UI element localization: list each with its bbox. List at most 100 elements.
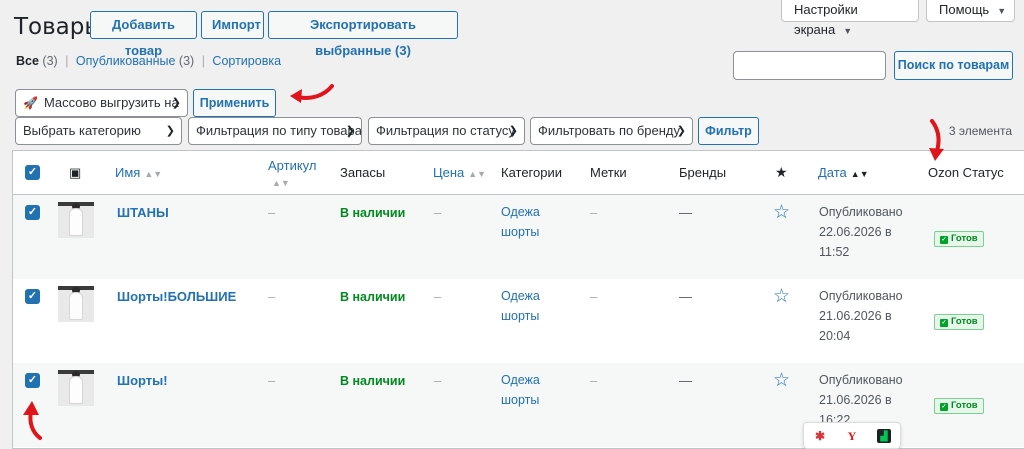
price-value: – — [434, 373, 442, 388]
sku-value: – — [268, 373, 276, 388]
caret-down-icon: ▼ — [997, 6, 1007, 16]
column-name-label: Имя — [115, 165, 141, 180]
column-stock: Запасы — [340, 165, 386, 180]
items-count: 3 элемента — [948, 124, 1012, 138]
date-day: 21.06.2026 в — [819, 309, 892, 323]
product-categories: Одежа шорты — [501, 370, 540, 410]
product-name-link[interactable]: Шорты!БОЛЬШИЕ — [117, 289, 236, 304]
product-type-filter-select[interactable]: Фильтрация по типу товара ❯ — [188, 117, 362, 145]
column-price[interactable]: Цена ▲▼ — [433, 165, 486, 182]
category-link[interactable]: Одежа — [501, 205, 540, 219]
stock-status: В наличии — [340, 290, 406, 304]
stock-status: В наличии — [340, 206, 406, 220]
extension-icon[interactable]: ✱ — [813, 429, 827, 443]
category-link[interactable]: Одежа — [501, 289, 540, 303]
product-categories: Одежа шорты — [501, 286, 540, 326]
column-name[interactable]: Имя ▲▼ — [115, 165, 162, 182]
rocket-icon: 🚀 — [23, 96, 38, 110]
date-time: 20:04 — [819, 329, 851, 343]
date-day: 21.06.2026 в — [819, 393, 892, 407]
filter-button[interactable]: Фильтр — [698, 117, 759, 145]
table-header: ✓ ▣ Имя ▲▼ Артикул ▲▼ Запасы Цена ▲▼ Катего… — [13, 151, 1024, 195]
check-icon: ✓ — [940, 236, 948, 244]
search-input[interactable] — [733, 51, 886, 80]
chart-extension-icon[interactable]: ▟ — [877, 429, 891, 443]
row-checkbox[interactable]: ✓ — [25, 373, 40, 388]
row-checkbox[interactable]: ✓ — [25, 289, 40, 304]
date-day: 22.06.2026 в — [819, 225, 892, 239]
stock-status: В наличии — [340, 374, 406, 388]
category-link[interactable]: шорты — [501, 309, 539, 323]
tags-value: – — [590, 205, 598, 220]
bulk-action-value: Массово выгрузить на — [43, 95, 179, 110]
ozon-status-badge: ✓ Готов — [934, 314, 984, 330]
brand-filter-value: Фильтровать по бренду — [538, 123, 680, 138]
date-time: 11:52 — [819, 245, 850, 259]
help-button[interactable]: Помощь ▼ — [926, 0, 1015, 22]
view-all-label[interactable]: Все — [16, 54, 39, 68]
chevron-down-icon: ❯ — [165, 125, 175, 137]
product-thumbnail[interactable] — [58, 202, 94, 238]
ozon-status-badge: ✓ Готов — [934, 398, 984, 414]
import-button[interactable]: Импорт — [201, 11, 264, 39]
sort-icon: ▲▼ — [144, 169, 163, 179]
brand-filter-select[interactable]: Фильтровать по бренду ❯ — [530, 117, 693, 145]
table-row: ✓ ШТАНЫ – В наличии – Одежа шорты – — ☆ О… — [13, 195, 1024, 279]
image-column-icon: ▣ — [69, 165, 82, 180]
chevron-down-icon: ❯ — [171, 97, 181, 109]
row-checkbox[interactable]: ✓ — [25, 205, 40, 220]
status-filter-select[interactable]: Фильтрация по статусу ❯ — [368, 117, 525, 145]
select-all-checkbox[interactable]: ✓ — [25, 165, 40, 180]
search-products-button[interactable]: Поиск по товарам — [894, 51, 1013, 80]
chevron-down-icon: ❯ — [676, 125, 686, 137]
featured-toggle-star-icon[interactable]: ☆ — [773, 203, 790, 222]
annotation-arrow-apply — [290, 84, 334, 103]
category-link[interactable]: Одежа — [501, 373, 540, 387]
view-filters: Все (3) | Опубликованные (3) | Сортировк… — [16, 54, 281, 68]
featured-toggle-star-icon[interactable]: ☆ — [773, 287, 790, 306]
product-name-link[interactable]: ШТАНЫ — [117, 205, 169, 220]
sku-value: – — [268, 205, 276, 220]
column-sku[interactable]: Артикул ▲▼ — [268, 158, 316, 191]
sort-icon: ▲▼ — [468, 169, 487, 179]
yandex-icon[interactable]: Y — [845, 429, 859, 443]
category-filter-select[interactable]: Выбрать категорию ❯ — [15, 117, 182, 145]
brands-value: — — [679, 205, 692, 220]
sku-value: – — [268, 289, 276, 304]
tags-value: – — [590, 289, 598, 304]
export-selected-button[interactable]: Экспортировать выбранные (3) — [268, 11, 458, 58]
view-published-link[interactable]: Опубликованные — [76, 54, 176, 68]
extension-toolbar: ✱ Y ▟ — [803, 422, 901, 449]
product-thumbnail[interactable] — [58, 286, 94, 322]
separator: | — [65, 54, 69, 68]
check-icon: ✓ — [940, 403, 948, 411]
column-categories: Категории — [501, 165, 562, 180]
view-sorting-link[interactable]: Сортировка — [212, 54, 281, 68]
column-date[interactable]: Дата ▲▼ — [818, 165, 869, 182]
date-status: Опубликовано — [819, 373, 903, 387]
annotation-arrow-ozon — [929, 119, 944, 161]
ozon-status-label: Готов — [951, 400, 978, 411]
featured-star-icon[interactable]: ★ — [775, 164, 788, 180]
date-status: Опубликовано — [819, 289, 903, 303]
sort-desc-icon: ▲▼ — [850, 169, 869, 179]
chevron-down-icon: ❯ — [508, 125, 518, 137]
apply-button[interactable]: Применить — [193, 89, 276, 117]
column-sku-label: Артикул — [268, 158, 317, 173]
date-published: Опубликовано 21.06.2026 в 20:04 — [819, 286, 903, 346]
screen-options-button[interactable]: Настройки экрана ▼ — [781, 0, 919, 37]
bulk-action-select[interactable]: 🚀 Массово выгрузить на ❯ — [15, 89, 188, 117]
date-published: Опубликовано 22.06.2026 в 11:52 — [819, 202, 903, 262]
caret-down-icon: ▼ — [843, 26, 853, 36]
product-thumbnail[interactable] — [58, 370, 94, 406]
add-product-button[interactable]: Добавить товар — [90, 11, 197, 58]
brands-value: — — [679, 289, 692, 304]
ozon-status-label: Готов — [951, 233, 978, 244]
category-link[interactable]: шорты — [501, 393, 539, 407]
featured-toggle-star-icon[interactable]: ☆ — [773, 371, 790, 390]
column-ozon-status: Ozon Статус — [928, 165, 1004, 180]
column-brands: Бренды — [679, 165, 727, 180]
product-name-link[interactable]: Шорты! — [117, 373, 168, 388]
category-link[interactable]: шорты — [501, 225, 539, 239]
view-all-count: (3) — [42, 54, 58, 68]
